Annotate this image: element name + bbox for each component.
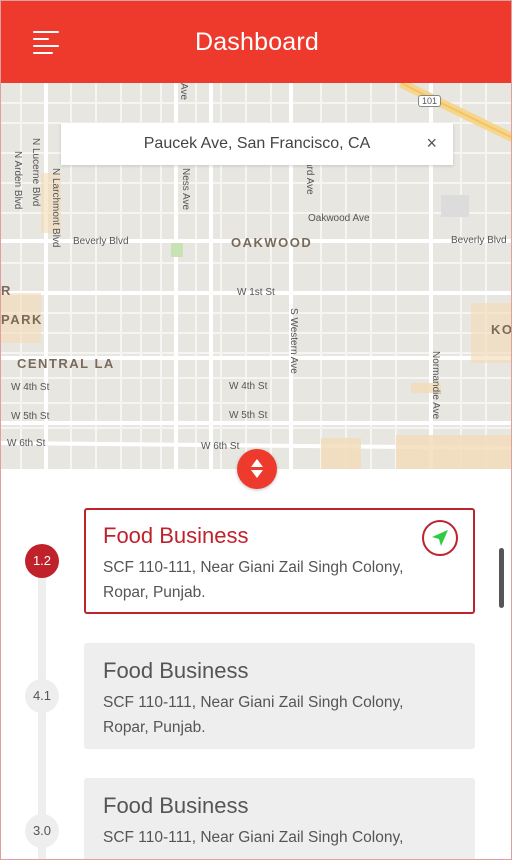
scrollbar[interactable] [499, 548, 504, 608]
highway-shield-101: 101 [418, 95, 442, 107]
navigate-arrow-icon[interactable] [422, 520, 458, 556]
map-label-w-1st-st: W 1st St [237, 287, 275, 298]
map-label-w-4th-st: W 4th St [11, 382, 50, 393]
business-title: Food Business [103, 658, 249, 683]
business-card[interactable]: Food Business SCF 110-111, Near Giani Za… [84, 643, 475, 749]
map-label-beverly-blvd: Beverly Blvd [451, 235, 507, 246]
map-label-beverly-blvd: Beverly Blvd [73, 236, 129, 247]
map-label-ard-ave: ard Ave [304, 161, 315, 195]
sort-arrows-icon[interactable] [237, 449, 277, 489]
timeline-badge: 4.1 [25, 679, 59, 713]
map-label-n-larchmont-blvd: N Larchmont Blvd [50, 168, 61, 248]
location-search-input[interactable]: Paucek Ave, San Francisco, CA [61, 135, 423, 153]
map-label-w-6th-st: W 6th St [201, 441, 240, 452]
page-title: Dashboard [194, 28, 320, 56]
map-label-ness-ave: Ness Ave [180, 168, 191, 211]
app-header: Dashboard [1, 1, 511, 83]
map-label-ko: KO [491, 322, 512, 337]
close-icon[interactable]: × [426, 134, 437, 152]
map-label-n-lucerne-blvd: N Lucerne Blvd [30, 138, 41, 207]
business-title: Food Business [103, 793, 249, 818]
map-label-park: PARK [1, 312, 43, 327]
timeline-badge: 3.0 [25, 814, 59, 848]
map-label-oakwood-ave: Oakwood Ave [308, 213, 370, 224]
business-card-active[interactable]: Food Business SCF 110-111, Near Giani Za… [84, 508, 475, 614]
map-label-oakwood: OAKWOOD [231, 235, 313, 250]
map-label-central-la: CENTRAL LA [17, 356, 115, 371]
map-label-s-western-ave: S Western Ave [288, 308, 299, 374]
map-label-w-5th-st: W 5th St [11, 411, 50, 422]
business-address: SCF 110-111, Near Giani Zail Singh Colon… [103, 694, 404, 736]
map-label-w-6th-st: W 6th St [7, 438, 46, 449]
business-title: Food Business [103, 523, 249, 548]
map-label-park-r: R [1, 283, 12, 298]
map-label-n-arden-blvd: N Arden Blvd [12, 151, 23, 210]
business-address: SCF 110-111, Near Giani Zail Singh Colon… [103, 829, 404, 846]
timeline-badge: 1.2 [25, 544, 59, 578]
app-frame: Dashboard Beverly Blvd Beverly Blvd OAKW… [0, 0, 512, 860]
map-label-w-5th-st: W 5th St [229, 410, 268, 421]
location-search-box[interactable]: Paucek Ave, San Francisco, CA × [61, 123, 453, 165]
map-label-normandie-ave: Normandie Ave [430, 351, 441, 420]
map-label-w-4th-st: W 4th St [229, 381, 268, 392]
business-card[interactable]: Food Business SCF 110-111, Near Giani Za… [84, 778, 475, 859]
map-label-ave: Ave [178, 83, 189, 101]
business-address: SCF 110-111, Near Giani Zail Singh Colon… [103, 559, 404, 601]
